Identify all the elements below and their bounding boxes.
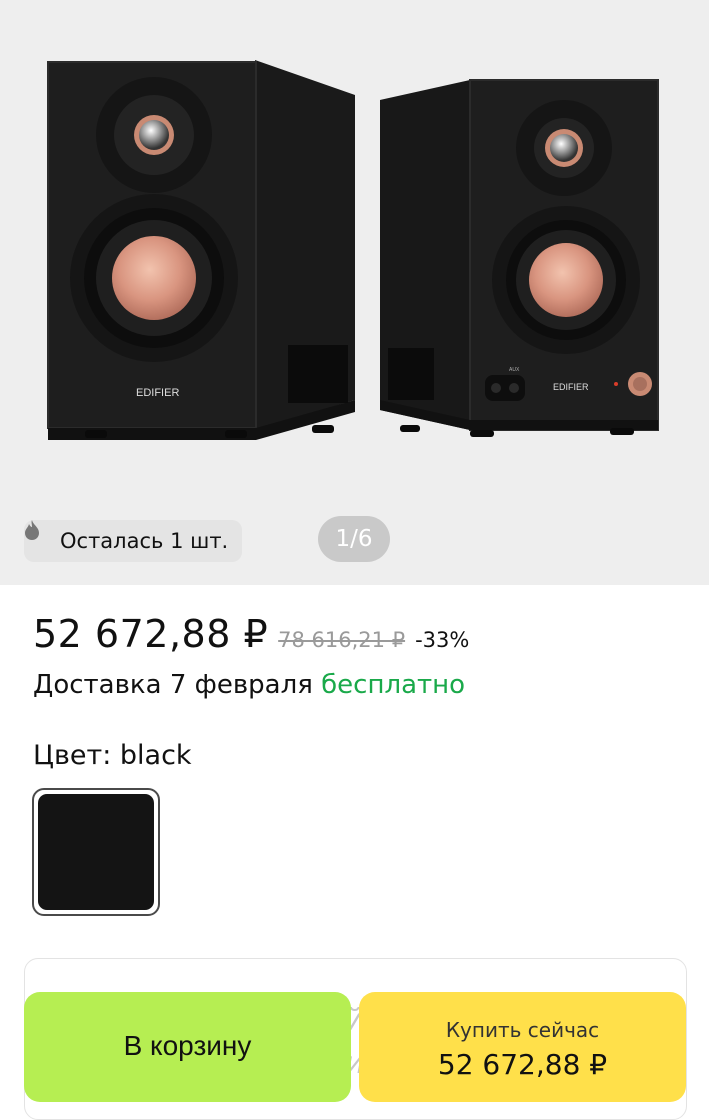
buy-now-label: Купить сейчас <box>445 1018 600 1042</box>
product-gallery[interactable]: EDIFIER EDIFIER AUX Осталась 1 шт. 1/6 <box>0 0 709 585</box>
fire-icon <box>25 520 52 551</box>
current-price: 52 672,88 ₽ <box>33 612 269 656</box>
color-swatch-black[interactable] <box>32 788 160 916</box>
color-label: Цвет: black <box>33 740 192 771</box>
right-speaker: EDIFIER AUX <box>380 79 659 437</box>
svg-text:EDIFIER: EDIFIER <box>553 382 589 392</box>
svg-text:EDIFIER: EDIFIER <box>136 387 179 399</box>
swatch-fill <box>38 794 154 910</box>
discount-badge: -33% <box>415 628 470 652</box>
svg-text:AUX: AUX <box>509 367 520 373</box>
delivery-free: бесплатно <box>321 670 466 700</box>
delivery-date: Доставка 7 февраля <box>33 670 313 700</box>
stock-text: Осталась 1 шт. <box>60 529 229 553</box>
image-counter: 1/6 <box>318 516 390 562</box>
old-price: 78 616,21 ₽ <box>278 628 406 652</box>
add-to-cart-button[interactable]: В корзину <box>24 992 351 1102</box>
product-image: EDIFIER EDIFIER AUX <box>47 60 659 440</box>
delivery-info: Доставка 7 февраля бесплатно <box>33 670 465 700</box>
left-speaker: EDIFIER <box>47 60 355 440</box>
stock-badge: Осталась 1 шт. <box>24 520 243 562</box>
price-row: 52 672,88 ₽ 78 616,21 ₽ -33% <box>33 612 469 656</box>
buy-now-button[interactable]: Купить сейчас 52 672,88 ₽ <box>359 992 686 1102</box>
add-to-cart-label: В корзину <box>123 1030 252 1061</box>
buy-now-price: 52 672,88 ₽ <box>437 1048 608 1081</box>
